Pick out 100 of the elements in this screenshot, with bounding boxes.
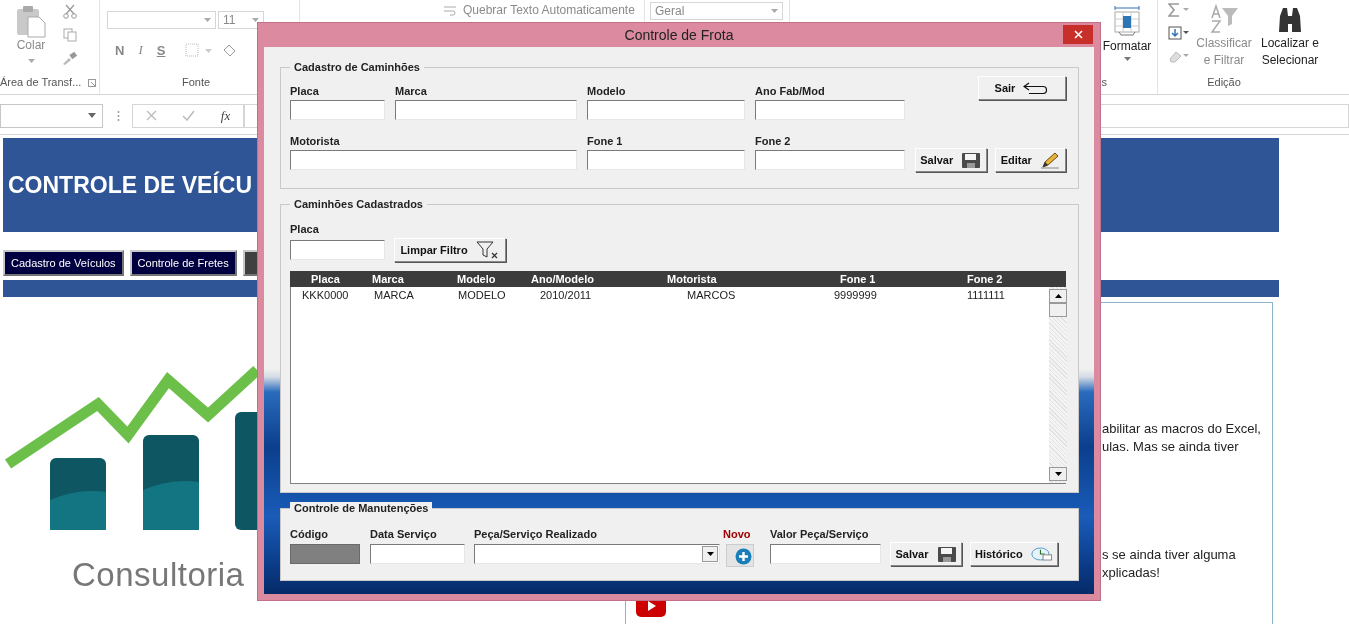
brush-icon[interactable] bbox=[62, 51, 77, 65]
close-icon bbox=[1073, 30, 1083, 39]
save-button[interactable]: Salvar bbox=[890, 542, 962, 566]
up-arrow-icon bbox=[1054, 294, 1062, 298]
input-field[interactable] bbox=[587, 100, 745, 120]
field-label: Ano Fab/Mod bbox=[755, 85, 826, 98]
table-cell-text: MARCOS bbox=[686, 289, 737, 302]
field-label: Data Serviço bbox=[370, 528, 438, 541]
info-text: xplicadas! bbox=[1102, 564, 1160, 582]
number-format-combo[interactable]: Geral bbox=[650, 2, 783, 20]
column-header: Motorista bbox=[666, 272, 718, 287]
sort-filter-icon[interactable] bbox=[1208, 4, 1240, 34]
group-title: Cadastro de Caminhões bbox=[290, 61, 424, 74]
caret-icon bbox=[706, 552, 714, 556]
input-field[interactable] bbox=[755, 100, 905, 120]
scroll-up-button[interactable] bbox=[1049, 289, 1067, 303]
dropdown-button[interactable] bbox=[702, 546, 718, 562]
find-select-label[interactable]: Localizar e bbox=[1261, 36, 1319, 51]
group-title: Controle de Manutenções bbox=[290, 502, 433, 515]
caret-icon[interactable] bbox=[1123, 57, 1131, 61]
field-label: Código bbox=[290, 528, 329, 541]
down-arrow-icon bbox=[1054, 472, 1062, 476]
column-header: Fone 2 bbox=[966, 272, 1004, 287]
group-label: Área de Transf... bbox=[0, 76, 82, 88]
paste-label[interactable]: Colar bbox=[16, 38, 46, 53]
save-button[interactable]: Salvar bbox=[915, 148, 987, 172]
input-field[interactable] bbox=[755, 150, 905, 170]
field-label: Placa bbox=[290, 85, 320, 98]
group-title: Caminhões Cadastrados bbox=[290, 198, 427, 211]
nav-button[interactable]: Cadastro de Veículos bbox=[3, 250, 124, 276]
input-field[interactable] bbox=[290, 150, 577, 170]
scissors-icon[interactable] bbox=[62, 4, 77, 19]
group-label: s bbox=[1101, 76, 1107, 88]
input-field[interactable] bbox=[290, 100, 385, 120]
caret-icon bbox=[771, 9, 778, 13]
field-label: Modelo bbox=[587, 85, 627, 98]
paste-icon[interactable] bbox=[16, 5, 46, 38]
table-cell-text: MARCA bbox=[373, 289, 415, 302]
pencil-icon bbox=[1039, 151, 1060, 169]
bold-button[interactable]: N bbox=[111, 42, 129, 58]
plus-circle-icon bbox=[735, 548, 752, 565]
info-text: ulas. Mas se ainda tiver bbox=[1102, 438, 1239, 456]
field-label: Fone 2 bbox=[755, 135, 792, 148]
field-label: Fone 1 bbox=[587, 135, 624, 148]
caret-icon[interactable] bbox=[27, 59, 35, 63]
caret-icon bbox=[88, 113, 96, 118]
scroll-thumb[interactable] bbox=[1049, 303, 1067, 317]
edit-button[interactable]: Editar bbox=[994, 148, 1066, 172]
scroll-down-button[interactable] bbox=[1049, 467, 1067, 481]
caret-icon bbox=[252, 18, 259, 22]
grip-icon bbox=[117, 109, 120, 122]
format-button[interactable]: Formatar bbox=[1102, 39, 1152, 54]
find-select-label[interactable]: Selecionar bbox=[1261, 53, 1319, 68]
input-field[interactable] bbox=[587, 150, 745, 170]
info-text: s se ainda tiver alguma bbox=[1102, 546, 1236, 564]
nav-button[interactable]: Controle de Fretes bbox=[129, 250, 237, 276]
sheet-title: CONTROLE DE VEÍCU bbox=[8, 171, 253, 199]
column-header: Fone 1 bbox=[839, 272, 877, 287]
add-button[interactable] bbox=[726, 544, 754, 567]
exit-button[interactable]: Sair bbox=[978, 76, 1066, 100]
caret-icon bbox=[204, 18, 211, 22]
dropdown-field[interactable] bbox=[474, 544, 720, 564]
dialog-title: Controle de Frota bbox=[624, 27, 734, 43]
launcher-icon[interactable] bbox=[88, 79, 97, 87]
input-field[interactable] bbox=[770, 544, 881, 564]
field-label: Valor Peça/Serviço bbox=[770, 528, 870, 541]
group-label: Edição bbox=[1207, 76, 1241, 88]
underline-button[interactable]: S bbox=[152, 42, 170, 58]
input-field[interactable] bbox=[370, 544, 465, 564]
info-text: abilitar as macros do Excel, bbox=[1102, 420, 1261, 438]
column-header: Modelo bbox=[456, 272, 497, 287]
column-header: Placa bbox=[310, 272, 341, 287]
format-cells-icon[interactable] bbox=[1113, 5, 1141, 36]
new-label: Novo bbox=[723, 528, 751, 541]
italic-button[interactable]: I bbox=[134, 42, 147, 58]
binoculars-icon[interactable] bbox=[1277, 6, 1303, 34]
return-arrow-icon bbox=[1023, 82, 1050, 94]
check-icon[interactable] bbox=[182, 110, 196, 121]
sort-filter-label[interactable]: e Filtrar bbox=[1203, 53, 1245, 68]
wrap-text-button[interactable]: Quebrar Texto Automaticamente bbox=[463, 3, 635, 18]
group-label: Fonte bbox=[181, 76, 211, 88]
filter-field[interactable] bbox=[290, 240, 385, 260]
table-cell-text: 9999999 bbox=[833, 289, 878, 302]
clock-icon bbox=[1030, 545, 1053, 563]
sum-icon[interactable] bbox=[1168, 3, 1190, 17]
close-button[interactable] bbox=[1063, 25, 1093, 44]
history-button[interactable]: Histórico bbox=[970, 542, 1058, 566]
input-field[interactable] bbox=[395, 100, 577, 120]
table-cell-text: 1111111 bbox=[966, 289, 1006, 302]
column-header: Ano/Modelo bbox=[530, 272, 595, 287]
insert-function-button[interactable]: fx bbox=[220, 107, 231, 124]
table-cell-text: KKK0000 bbox=[301, 289, 350, 302]
column-header: Marca bbox=[371, 272, 405, 287]
scrollbar[interactable] bbox=[1049, 287, 1067, 483]
fill-down-icon[interactable] bbox=[1168, 26, 1190, 40]
funnel-clear-icon bbox=[475, 241, 500, 259]
clear-filter-button[interactable]: Limpar Filtro bbox=[394, 238, 506, 262]
sort-filter-label[interactable]: Classificar bbox=[1196, 36, 1252, 51]
logo-text: Consultoria bbox=[72, 556, 246, 594]
field-label: Motorista bbox=[290, 135, 341, 148]
